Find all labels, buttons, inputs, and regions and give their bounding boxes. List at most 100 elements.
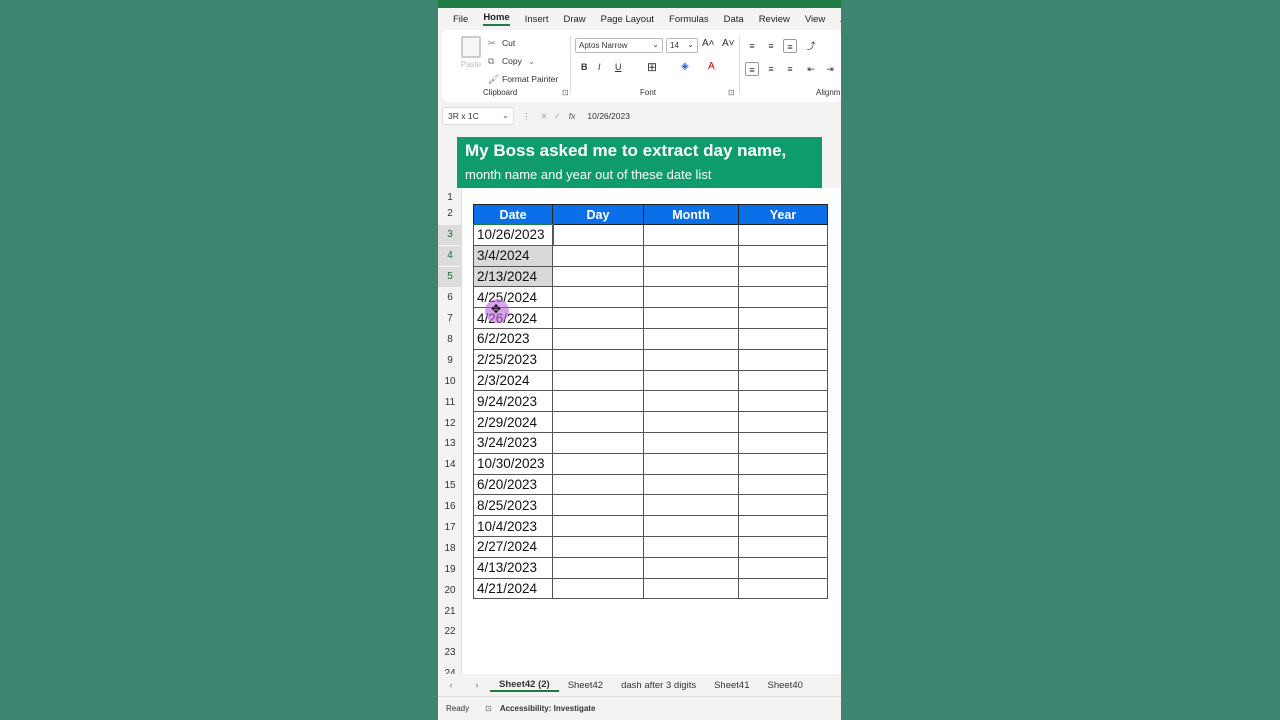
row-number[interactable]: 18 xyxy=(438,539,462,559)
day-cell[interactable] xyxy=(552,577,644,600)
year-cell[interactable] xyxy=(738,224,828,246)
dialog-launcher-icon[interactable]: ⊡ xyxy=(562,88,569,97)
underline-icon[interactable]: U xyxy=(615,62,622,72)
year-cell[interactable] xyxy=(738,369,828,392)
tab-page-layout[interactable]: Page Layout xyxy=(601,14,654,25)
align-left-icon[interactable]: ≡ xyxy=(745,62,759,76)
month-cell[interactable] xyxy=(643,515,739,537)
row-number[interactable]: 9 xyxy=(438,351,462,371)
day-cell[interactable] xyxy=(552,535,644,558)
row-number[interactable]: 10 xyxy=(438,372,462,392)
date-cell[interactable]: 4/13/2023 xyxy=(473,556,553,579)
decrease-indent-icon[interactable]: ⇤ xyxy=(804,62,818,76)
fill-color-icon[interactable]: ◈ xyxy=(681,61,689,72)
row-number[interactable]: 17 xyxy=(438,518,462,538)
month-cell[interactable] xyxy=(643,307,739,329)
year-cell[interactable] xyxy=(738,494,828,517)
row-number[interactable]: 23 xyxy=(438,643,462,663)
increase-indent-icon[interactable]: ⇥ xyxy=(823,62,837,76)
month-cell[interactable] xyxy=(643,556,739,579)
macro-record-icon[interactable]: ⊡ xyxy=(485,704,492,713)
font-size-dropdown[interactable]: 14 ⌄ xyxy=(666,38,698,53)
tab-data[interactable]: Data xyxy=(724,14,744,25)
day-cell[interactable] xyxy=(552,348,644,371)
day-cell[interactable] xyxy=(552,286,644,309)
row-number[interactable]: 21 xyxy=(438,602,462,622)
year-cell[interactable] xyxy=(738,348,828,371)
tab-home[interactable]: Home xyxy=(483,12,510,26)
increase-font-size-icon[interactable]: A˄ xyxy=(702,38,715,49)
month-cell[interactable] xyxy=(643,535,739,558)
name-box[interactable]: 3R x 1C ⌄ xyxy=(442,107,514,125)
tab-review[interactable]: Review xyxy=(759,14,790,25)
month-cell[interactable] xyxy=(643,431,739,454)
month-cell[interactable] xyxy=(643,244,739,267)
month-cell[interactable] xyxy=(643,390,739,413)
date-cell[interactable]: 4/21/2024 xyxy=(473,577,553,600)
row-number[interactable]: 15 xyxy=(438,476,462,496)
month-cell[interactable] xyxy=(643,327,739,350)
tab-more[interactable]: A xyxy=(840,14,841,25)
year-cell[interactable] xyxy=(738,577,828,600)
borders-icon[interactable]: ⊞ xyxy=(647,60,657,74)
header-month[interactable]: Month xyxy=(643,204,739,225)
format-painter-button[interactable]: 🖌 Format Painter xyxy=(488,70,558,88)
align-right-icon[interactable]: ≡ xyxy=(783,62,797,76)
accessibility-status[interactable]: Accessibility: Investigate xyxy=(500,704,596,713)
day-cell[interactable] xyxy=(552,452,644,475)
insert-function-icon[interactable]: fx xyxy=(569,111,576,121)
row-number[interactable]: 14 xyxy=(438,455,462,475)
date-cell[interactable]: 2/3/2024 xyxy=(473,369,553,392)
row-number[interactable]: 6 xyxy=(438,288,462,308)
row-number[interactable]: 2 xyxy=(438,204,462,224)
year-cell[interactable] xyxy=(738,265,828,288)
date-cell[interactable]: 8/25/2023 xyxy=(473,494,553,517)
year-cell[interactable] xyxy=(738,390,828,413)
year-cell[interactable] xyxy=(738,244,828,267)
align-middle-icon[interactable]: ≡ xyxy=(764,39,778,53)
day-cell[interactable] xyxy=(552,515,644,537)
day-cell[interactable] xyxy=(552,473,644,496)
date-cell[interactable]: 2/13/2024 xyxy=(473,265,553,288)
year-cell[interactable] xyxy=(738,286,828,309)
row-number[interactable]: 12 xyxy=(438,414,462,434)
day-cell[interactable] xyxy=(552,265,644,288)
month-cell[interactable] xyxy=(643,411,739,433)
date-cell[interactable]: 2/29/2024 xyxy=(473,411,553,433)
year-cell[interactable] xyxy=(738,473,828,496)
month-cell[interactable] xyxy=(643,369,739,392)
month-cell[interactable] xyxy=(643,286,739,309)
tab-file[interactable]: File xyxy=(453,14,468,25)
year-cell[interactable] xyxy=(738,535,828,558)
date-cell[interactable]: 6/2/2023 xyxy=(473,327,553,350)
day-cell[interactable] xyxy=(552,224,644,246)
cancel-confirm-icons[interactable]: ✕✓ xyxy=(541,111,567,122)
sheet-tab-sheet41[interactable]: Sheet41 xyxy=(705,680,758,691)
date-cell[interactable]: 3/4/2024 xyxy=(473,244,553,267)
font-name-dropdown[interactable]: Aptos Narrow ⌄ xyxy=(575,38,663,53)
month-cell[interactable] xyxy=(643,473,739,496)
row-number[interactable]: 7 xyxy=(438,309,462,329)
date-cell[interactable]: 2/27/2024 xyxy=(473,535,553,558)
row-number[interactable]: 20 xyxy=(438,581,462,601)
row-number[interactable]: 4 xyxy=(438,246,462,266)
year-cell[interactable] xyxy=(738,307,828,329)
align-bottom-icon[interactable]: ≡ xyxy=(783,39,797,53)
chevron-down-icon[interactable]: ⌄ xyxy=(528,56,535,67)
date-cell[interactable]: 10/26/2023 xyxy=(472,223,554,247)
header-date[interactable]: Date xyxy=(473,204,553,225)
date-cell[interactable]: 10/4/2023 xyxy=(473,515,553,537)
header-year[interactable]: Year xyxy=(738,204,828,225)
row-number[interactable]: 3 xyxy=(438,225,462,245)
tab-draw[interactable]: Draw xyxy=(563,14,585,25)
bold-icon[interactable]: B xyxy=(581,62,588,72)
month-cell[interactable] xyxy=(643,452,739,475)
day-cell[interactable] xyxy=(552,327,644,350)
cut-button[interactable]: ✂ Cut xyxy=(488,34,558,52)
month-cell[interactable] xyxy=(643,265,739,288)
tab-formulas[interactable]: Formulas xyxy=(669,14,709,25)
row-number[interactable]: 8 xyxy=(438,330,462,350)
tab-view[interactable]: View xyxy=(805,14,825,25)
year-cell[interactable] xyxy=(738,431,828,454)
chevron-right-icon[interactable]: › xyxy=(464,680,490,691)
